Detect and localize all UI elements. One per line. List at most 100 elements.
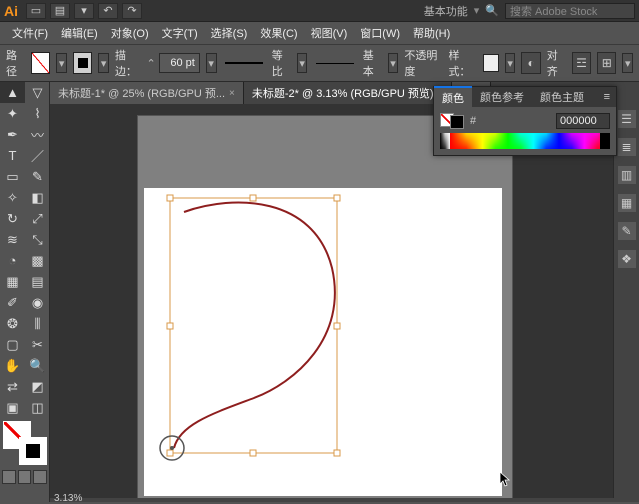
panel-menu-icon[interactable]: ≡ — [598, 88, 616, 106]
zoom-tool[interactable]: 🔍 — [25, 355, 50, 376]
symbols-panel-icon[interactable]: ❖ — [618, 250, 636, 268]
stroke-indicator[interactable] — [19, 437, 47, 465]
color-panel[interactable]: 颜色 颜色参考 颜色主题 ≡ # 000000 — [433, 86, 617, 156]
menu-window[interactable]: 窗口(W) — [354, 22, 406, 44]
tab-color[interactable]: 颜色 — [434, 86, 472, 108]
menu-edit[interactable]: 编辑(E) — [55, 22, 104, 44]
properties-panel-icon[interactable]: ☰ — [618, 110, 636, 128]
curve-path[interactable] — [174, 203, 335, 448]
shaper-tool[interactable]: ✧ — [0, 187, 25, 208]
stock-search-input[interactable]: 搜索 Adobe Stock — [505, 3, 635, 19]
workspace-switcher[interactable]: 基本功能 — [424, 3, 468, 19]
qa-open-icon[interactable]: ▤ — [50, 3, 70, 19]
stepper-icon[interactable]: ⌃ — [146, 57, 155, 70]
brushes-panel-icon[interactable]: ✎ — [618, 222, 636, 240]
gradient-tool[interactable]: ▤ — [25, 271, 50, 292]
swatches-panel-icon[interactable]: ▦ — [618, 194, 636, 212]
fill-dropdown[interactable]: ▾ — [56, 53, 67, 73]
normal-draw-mode[interactable]: ▣ — [0, 397, 25, 418]
eyedropper-tool[interactable]: ✐ — [0, 292, 25, 313]
align-icon[interactable]: ☲ — [572, 52, 591, 74]
selection-bounding-box[interactable] — [170, 198, 337, 453]
screen-mode-switch[interactable] — [2, 470, 47, 484]
transform-panel-icon[interactable]: ⊞ — [597, 52, 616, 74]
curvature-tool[interactable]: 〰 — [25, 124, 50, 145]
recolor-icon[interactable]: ◐ — [521, 52, 540, 74]
artboard-tool[interactable]: ▢ — [0, 334, 25, 355]
selection-handles[interactable] — [167, 195, 340, 456]
menu-select[interactable]: 选择(S) — [205, 22, 254, 44]
width-tool[interactable]: ≋ — [0, 229, 25, 250]
menu-effect[interactable]: 效果(C) — [254, 22, 303, 44]
shape-builder-tool[interactable]: ◔ — [0, 250, 25, 271]
libraries-panel-icon[interactable]: ▥ — [618, 166, 636, 184]
none-mode-icon[interactable] — [33, 470, 47, 484]
graphic-style-swatch[interactable] — [483, 54, 499, 72]
direct-selection-tool[interactable]: ▽ — [25, 82, 50, 103]
perspective-grid-tool[interactable]: ▩ — [25, 250, 50, 271]
opacity-label[interactable]: 不透明度 — [404, 47, 442, 79]
paintbrush-tool[interactable]: ✎ — [25, 166, 50, 187]
qa-new-icon[interactable]: ▭ — [26, 3, 46, 19]
column-graph-tool[interactable]: ⫼ — [25, 313, 50, 334]
menu-file[interactable]: 文件(F) — [6, 22, 54, 44]
brush-definition[interactable] — [313, 56, 356, 70]
toggle-fill-stroke-tool[interactable]: ⇄ — [0, 376, 25, 397]
line-tool[interactable]: ／ — [25, 145, 50, 166]
menu-help[interactable]: 帮助(H) — [407, 22, 456, 44]
search-icon[interactable]: 🔍 — [485, 4, 499, 17]
eraser-tool[interactable]: ◧ — [25, 187, 50, 208]
quick-access-bar: Ai ▭ ▤ ▾ ↶ ↷ 基本功能 ▾ 🔍 搜索 Adobe Stock — [0, 0, 639, 22]
slice-tool[interactable]: ✂ — [25, 334, 50, 355]
tab-doc-1[interactable]: 未标题-1* @ 25% (RGB/GPU 预... × — [50, 82, 244, 104]
selection-tool[interactable]: ▲ — [0, 82, 25, 103]
hex-input[interactable]: 000000 — [556, 113, 610, 129]
pen-tool[interactable]: ✒ — [0, 124, 25, 145]
free-transform-tool[interactable]: ⤡ — [25, 229, 50, 250]
panel-fill-stroke-indicator[interactable] — [440, 113, 464, 129]
rectangle-tool[interactable]: ▭ — [0, 166, 25, 187]
fill-swatch[interactable] — [31, 52, 50, 74]
symbol-sprayer-tool[interactable]: ❂ — [0, 313, 25, 334]
zoom-level[interactable]: 3.13% — [54, 493, 82, 504]
draw-behind-mode[interactable]: ◫ — [25, 397, 50, 418]
variable-width-profile[interactable] — [223, 56, 266, 70]
artboard[interactable] — [144, 188, 502, 496]
profile-dropdown[interactable]: ▾ — [297, 53, 308, 73]
brush-dropdown[interactable]: ▾ — [388, 53, 399, 73]
close-icon[interactable]: × — [229, 88, 235, 99]
gradient-mode-icon[interactable] — [18, 470, 32, 484]
color-spectrum[interactable] — [440, 133, 610, 149]
default-fill-stroke-tool[interactable]: ◩ — [25, 376, 50, 397]
hand-tool[interactable]: ✋ — [0, 355, 25, 376]
anchor-end-point[interactable] — [170, 446, 174, 450]
qa-save-icon[interactable]: ▾ — [74, 3, 94, 19]
magic-wand-tool[interactable]: ✦ — [0, 103, 25, 124]
menu-object[interactable]: 对象(O) — [105, 22, 155, 44]
tab-color-guide[interactable]: 颜色参考 — [472, 87, 532, 107]
color-mode-icon[interactable] — [2, 470, 16, 484]
tab-color-themes[interactable]: 颜色主题 — [532, 87, 592, 107]
chevron-down-icon[interactable]: ▾ — [474, 4, 480, 17]
options-overflow[interactable]: ▾ — [622, 53, 633, 73]
scale-tool[interactable]: ⤢ — [25, 208, 50, 229]
menu-view[interactable]: 视图(V) — [305, 22, 354, 44]
rotate-tool[interactable]: ↻ — [0, 208, 25, 229]
align-label[interactable]: 对齐 — [547, 47, 566, 79]
stroke-dropdown[interactable]: ▾ — [98, 53, 109, 73]
lasso-tool[interactable]: ⌇ — [25, 103, 50, 124]
canvas-area[interactable] — [50, 104, 639, 498]
qa-redo-icon[interactable]: ↷ — [122, 3, 142, 19]
mesh-tool[interactable]: ▦ — [0, 271, 25, 292]
stroke-weight-dropdown[interactable]: ▾ — [206, 53, 217, 73]
blend-tool[interactable]: ◉ — [25, 292, 50, 313]
stroke-weight-input[interactable]: 60 pt — [159, 53, 200, 73]
stroke-swatch[interactable] — [73, 52, 92, 74]
style-dropdown[interactable]: ▾ — [505, 53, 516, 73]
layers-panel-icon[interactable]: ≣ — [618, 138, 636, 156]
tab-doc-2[interactable]: 未标题-2* @ 3.13% (RGB/GPU 预览) × — [244, 82, 453, 104]
type-tool[interactable]: T — [0, 145, 25, 166]
qa-undo-icon[interactable]: ↶ — [98, 3, 118, 19]
menu-type[interactable]: 文字(T) — [156, 22, 204, 44]
fill-stroke-indicator[interactable] — [3, 421, 47, 465]
